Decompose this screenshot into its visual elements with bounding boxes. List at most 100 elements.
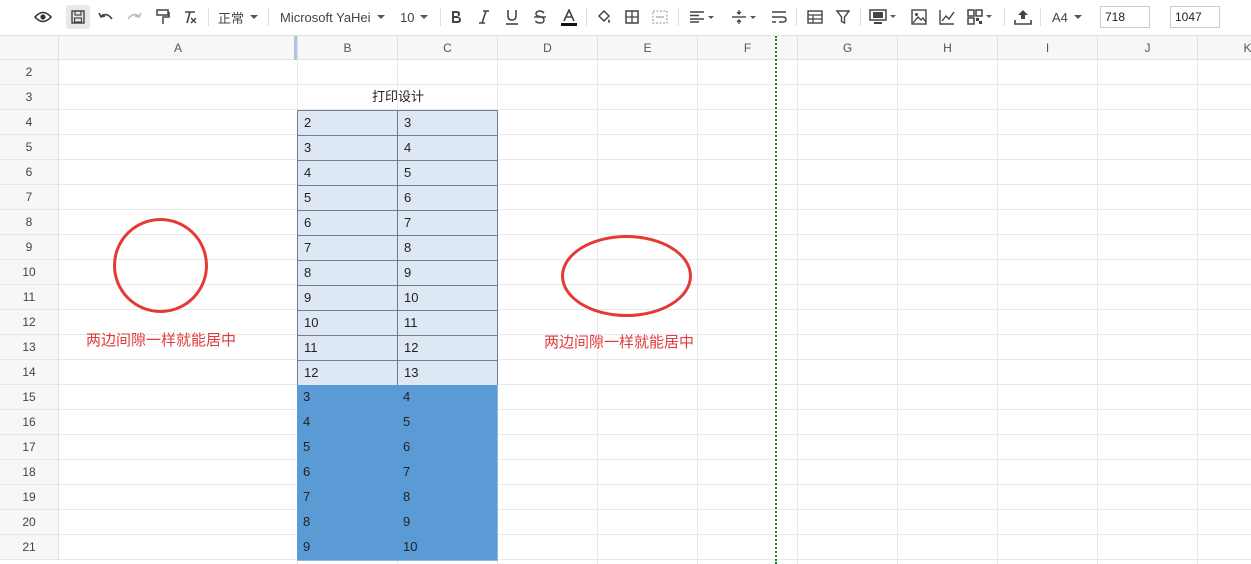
row-header-7[interactable]: 7: [0, 185, 59, 210]
row-header-13[interactable]: 13: [0, 335, 59, 360]
column-header-h[interactable]: H: [898, 36, 998, 60]
row-header-11[interactable]: 11: [0, 285, 59, 310]
table-cell[interactable]: 12: [297, 360, 398, 386]
fill-color-icon[interactable]: [593, 5, 615, 29]
column-header-e[interactable]: E: [598, 36, 698, 60]
column-header-i[interactable]: I: [998, 36, 1098, 60]
row-header-5[interactable]: 5: [0, 135, 59, 160]
row-header-20[interactable]: 20: [0, 510, 59, 535]
column-header-c[interactable]: C: [398, 36, 498, 60]
column-resize-handle[interactable]: [294, 36, 297, 60]
column-header-f[interactable]: F: [698, 36, 798, 60]
redo-icon[interactable]: [123, 5, 145, 29]
row-header-21[interactable]: 21: [0, 535, 59, 560]
table-cell[interactable]: 5: [297, 435, 398, 461]
font-family-select[interactable]: Microsoft YaHei: [280, 5, 385, 29]
row-header-12[interactable]: 12: [0, 310, 59, 335]
chart-icon[interactable]: [936, 5, 958, 29]
table-cell[interactable]: 2: [297, 110, 398, 136]
align-vertical-icon[interactable]: [728, 5, 760, 29]
table-cell[interactable]: 10: [397, 535, 498, 561]
row-header-2[interactable]: 2: [0, 60, 59, 85]
align-horizontal-icon[interactable]: [686, 5, 718, 29]
style-select[interactable]: 正常: [218, 5, 259, 29]
table-cell[interactable]: 4: [397, 135, 498, 161]
column-header-b[interactable]: B: [298, 36, 398, 60]
table-cell[interactable]: 5: [397, 160, 498, 186]
table-cell[interactable]: 8: [297, 510, 398, 536]
table-cell[interactable]: 4: [297, 410, 398, 436]
table-cell[interactable]: 12: [397, 335, 498, 361]
row-header-14[interactable]: 14: [0, 360, 59, 385]
clear-format-icon[interactable]: [179, 5, 201, 29]
select-all-corner[interactable]: [0, 36, 59, 60]
bold-icon[interactable]: [446, 5, 466, 29]
row-header-19[interactable]: 19: [0, 485, 59, 510]
row-header-18[interactable]: 18: [0, 460, 59, 485]
save-icon[interactable]: [66, 5, 90, 29]
undo-icon[interactable]: [95, 5, 117, 29]
text-wrap-icon[interactable]: [768, 5, 790, 29]
strikethrough-icon[interactable]: [530, 5, 550, 29]
paper-size-select[interactable]: A4: [1052, 5, 1082, 29]
row-header-8[interactable]: 8: [0, 210, 59, 235]
table-cell[interactable]: 10: [297, 310, 398, 336]
table-cell[interactable]: 7: [297, 235, 398, 261]
table-cell[interactable]: 11: [397, 310, 498, 336]
filter-icon[interactable]: [832, 5, 854, 29]
table-cell[interactable]: 3: [397, 110, 498, 136]
column-header-g[interactable]: G: [798, 36, 898, 60]
table-cell[interactable]: 9: [397, 260, 498, 286]
column-header-a[interactable]: A: [59, 36, 298, 60]
table-cell[interactable]: 9: [397, 510, 498, 536]
row-header-16[interactable]: 16: [0, 410, 59, 435]
row-header-9[interactable]: 9: [0, 235, 59, 260]
page-height-input[interactable]: 1047: [1170, 6, 1220, 28]
table-cell[interactable]: 6: [297, 210, 398, 236]
column-header-k[interactable]: K: [1198, 36, 1251, 60]
table-cell[interactable]: 7: [397, 460, 498, 486]
print-icon[interactable]: [866, 5, 900, 29]
table-cell[interactable]: 9: [297, 535, 398, 561]
row-header-10[interactable]: 10: [0, 260, 59, 285]
format-painter-icon[interactable]: [152, 5, 174, 29]
table-cell[interactable]: 3: [297, 135, 398, 161]
underline-icon[interactable]: [502, 5, 522, 29]
table-cell[interactable]: 3: [297, 385, 398, 411]
font-color-icon[interactable]: [558, 5, 580, 29]
table-cell[interactable]: 8: [297, 260, 398, 286]
table-cell[interactable]: 8: [397, 485, 498, 511]
column-header-j[interactable]: J: [1098, 36, 1198, 60]
spreadsheet-grid[interactable]: ABCDEFGHIJK 2 3 4 5 6 7 8 9 10 11 12 13 14 15 16 17 18 19…: [0, 36, 1251, 564]
table-cell[interactable]: 7: [397, 210, 498, 236]
table-cell[interactable]: 7: [297, 485, 398, 511]
table-cell[interactable]: 5: [397, 410, 498, 436]
table-cell[interactable]: 10: [397, 285, 498, 311]
borders-icon[interactable]: [621, 5, 643, 29]
row-header-17[interactable]: 17: [0, 435, 59, 460]
table-cell[interactable]: 6: [297, 460, 398, 486]
column-header-d[interactable]: D: [498, 36, 598, 60]
table-title-cell[interactable]: 打印设计: [298, 85, 498, 110]
upload-icon[interactable]: [1012, 5, 1034, 29]
table-cell[interactable]: 4: [297, 160, 398, 186]
page-width-input[interactable]: 718: [1100, 6, 1150, 28]
table-cell[interactable]: 8: [397, 235, 498, 261]
table-cell[interactable]: 4: [397, 385, 498, 411]
row-header-4[interactable]: 4: [0, 110, 59, 135]
table-cell[interactable]: 11: [297, 335, 398, 361]
preview-eye-icon[interactable]: [32, 5, 54, 29]
image-icon[interactable]: [908, 5, 930, 29]
table-cell[interactable]: 13: [397, 360, 498, 386]
merge-cells-icon[interactable]: [649, 5, 671, 29]
qrcode-icon[interactable]: [964, 5, 996, 29]
table-cell[interactable]: 9: [297, 285, 398, 311]
table-cell[interactable]: 6: [397, 185, 498, 211]
row-header-6[interactable]: 6: [0, 160, 59, 185]
row-header-3[interactable]: 3: [0, 85, 59, 110]
table-icon[interactable]: [804, 5, 826, 29]
table-cell[interactable]: 5: [297, 185, 398, 211]
font-size-select[interactable]: 10: [400, 5, 429, 29]
italic-icon[interactable]: [474, 5, 494, 29]
table-cell[interactable]: 6: [397, 435, 498, 461]
